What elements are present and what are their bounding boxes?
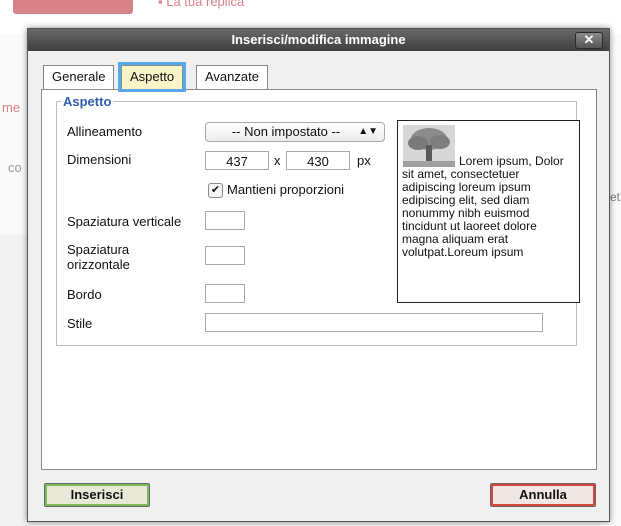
tab-aspetto[interactable]: Aspetto — [121, 65, 184, 89]
dialog-titlebar[interactable]: Inserisci/modifica immagine ✕ — [28, 29, 609, 51]
close-icon: ✕ — [583, 32, 595, 47]
background-fragment: me — [2, 100, 21, 115]
insert-button[interactable]: Inserisci — [44, 483, 150, 507]
background-fragment: co — [8, 160, 22, 175]
checkmark-icon: ✔ — [210, 184, 221, 196]
hspace-label: Spaziatura orizzontale — [67, 242, 130, 272]
image-preview: Lorem ipsum, Dolor sit amet, consectetue… — [397, 120, 580, 303]
select-arrows-icon: ▲▼ — [358, 126, 378, 137]
dimension-separator: x — [274, 153, 281, 168]
alignment-value: -- Non impostato -- — [231, 124, 341, 139]
tab-panel: Aspetto Allineamento -- Non impostato --… — [41, 89, 597, 470]
fieldset-legend: Aspetto — [61, 94, 114, 109]
height-input[interactable]: 430 — [286, 151, 350, 170]
hspace-input[interactable] — [205, 246, 245, 265]
background-reply-link: ▪ La tua replica — [158, 0, 244, 9]
keep-proportions-label: Mantieni proporzioni — [227, 182, 345, 197]
aspetto-fieldset: Aspetto Allineamento -- Non impostato --… — [56, 94, 580, 346]
background-fragment: et — [610, 190, 621, 204]
style-label: Stile — [67, 316, 93, 331]
reply-icon: ▪ — [158, 0, 163, 9]
background-pink-button — [13, 0, 133, 14]
tree-thumbnail-icon — [403, 125, 455, 167]
alignment-select[interactable]: -- Non impostato -- ▲▼ — [205, 122, 385, 142]
tab-generale[interactable]: Generale — [43, 65, 115, 89]
alignment-label: Allineamento — [67, 124, 143, 139]
vspace-input[interactable] — [205, 211, 245, 230]
border-input[interactable] — [205, 284, 245, 303]
dialog-title: Inserisci/modifica immagine — [231, 32, 406, 47]
cancel-button[interactable]: Annulla — [490, 483, 596, 507]
close-button[interactable]: ✕ — [575, 32, 603, 49]
unit-label: px — [357, 153, 371, 168]
vspace-label: Spaziatura verticale — [67, 214, 182, 229]
border-label: Bordo — [67, 287, 102, 302]
width-input[interactable]: 437 — [205, 151, 269, 170]
image-dialog: Inserisci/modifica immagine ✕ Generale A… — [27, 28, 610, 522]
style-input[interactable] — [205, 313, 543, 332]
keep-proportions-checkbox[interactable]: ✔ — [208, 183, 223, 198]
dimensions-label: Dimensioni — [67, 152, 132, 167]
tab-avanzate[interactable]: Avanzate — [196, 65, 268, 89]
